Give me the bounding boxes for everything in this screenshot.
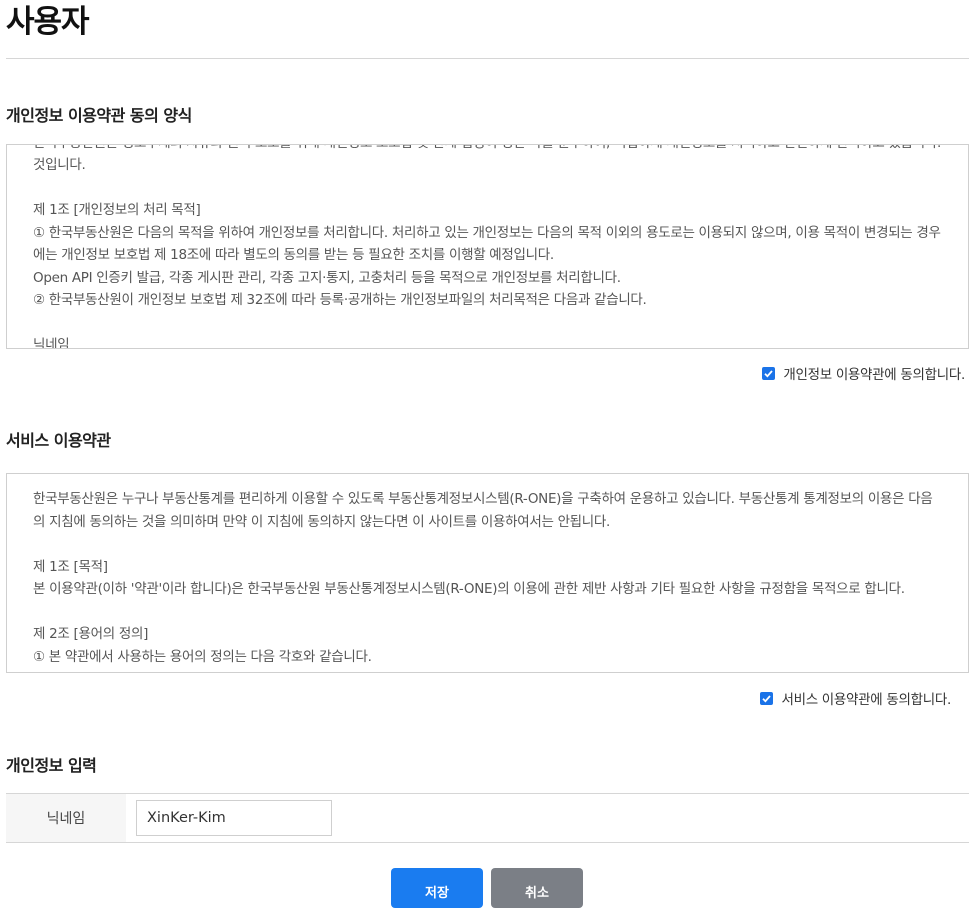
save-button[interactable]: 저장 [391, 868, 483, 908]
personal-info-form: 닉네임 [6, 793, 969, 843]
privacy-terms-heading: 개인정보 이용약관 동의 양식 [6, 106, 192, 125]
page-title: 사용자 [6, 4, 90, 40]
cancel-button[interactable]: 취소 [491, 868, 583, 908]
service-agree-row[interactable]: 서비스 이용약관에 동의합니다. [760, 688, 951, 708]
privacy-terms-scrollbox[interactable]: 한국부동산원은 정보주체의 자유와 권리 보호를 위해 개인정보 보호법 및 관… [6, 144, 969, 349]
nickname-label: 닉네임 [6, 794, 126, 842]
privacy-agree-label: 개인정보 이용약관에 동의합니다. [783, 367, 965, 383]
privacy-terms-clipped-line: 한국부동산원은 정보주체의 자유와 권리 보호를 위해 개인정보 보호법 및 관… [33, 145, 942, 154]
privacy-agree-checkbox[interactable] [762, 366, 776, 380]
service-agree-label: 서비스 이용약관에 동의합니다. [781, 692, 951, 708]
checkmark-icon [764, 369, 774, 378]
service-terms-scrollbox[interactable]: 한국부동산원은 누구나 부동산통계를 편리하게 이용할 수 있도록 부동산통계정… [6, 473, 969, 673]
privacy-terms-text: 것입니다. 제 1조 [개인정보의 처리 목적] ① 한국부동산원은 다음의 목… [33, 157, 941, 349]
nickname-input[interactable] [136, 800, 332, 836]
service-terms-heading: 서비스 이용약관 [6, 431, 111, 450]
title-divider [6, 58, 969, 59]
personal-info-heading: 개인정보 입력 [6, 756, 97, 775]
service-terms-text: 한국부동산원은 누구나 부동산통계를 편리하게 이용할 수 있도록 부동산통계정… [33, 491, 933, 665]
privacy-agree-row[interactable]: 개인정보 이용약관에 동의합니다. [762, 363, 965, 383]
service-agree-checkbox[interactable] [760, 691, 774, 705]
checkmark-icon [762, 694, 772, 703]
